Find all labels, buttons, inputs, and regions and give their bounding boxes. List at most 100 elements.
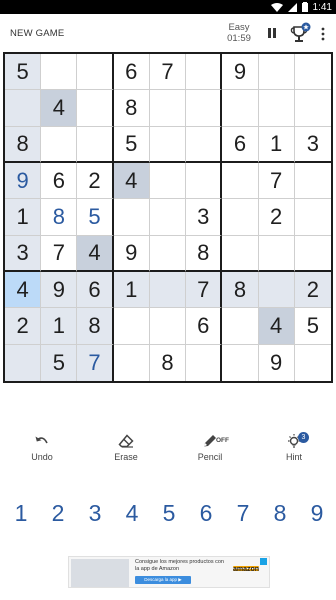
grid-cell[interactable]: 2 (5, 308, 42, 345)
grid-cell[interactable]: 3 (5, 235, 42, 272)
grid-cell[interactable]: 8 (41, 199, 78, 236)
grid-cell[interactable] (113, 199, 150, 236)
grid-cell[interactable]: 1 (258, 126, 295, 163)
grid-cell[interactable] (5, 90, 42, 127)
grid-cell[interactable] (149, 90, 187, 127)
grid-cell[interactable] (222, 199, 259, 236)
grid-cell[interactable]: 5 (294, 308, 331, 345)
grid-cell[interactable]: 9 (41, 271, 78, 309)
grid-cell[interactable]: 9 (113, 235, 150, 272)
grid-cell[interactable]: 8 (5, 126, 42, 163)
grid-cell[interactable]: 3 (186, 199, 223, 236)
grid-cell[interactable] (149, 271, 187, 309)
grid-cell[interactable]: 8 (186, 235, 223, 272)
undo-button[interactable]: Undo (12, 432, 72, 462)
grid-cell[interactable] (222, 344, 259, 381)
hint-button[interactable]: 3 Hint (264, 432, 324, 462)
grid-cell[interactable]: 5 (41, 344, 78, 381)
grid-cell[interactable] (258, 235, 295, 272)
grid-cell[interactable] (258, 54, 295, 91)
grid-cell[interactable]: 1 (41, 308, 78, 345)
grid-cell[interactable] (258, 90, 295, 127)
grid-cell[interactable]: 6 (41, 162, 78, 200)
grid-cell[interactable]: 5 (113, 126, 150, 163)
grid-cell[interactable]: 8 (77, 308, 114, 345)
numpad-key[interactable]: 9 (302, 500, 332, 527)
pause-icon[interactable] (266, 27, 278, 39)
grid-cell[interactable]: 5 (5, 54, 42, 91)
grid-cell[interactable] (294, 162, 331, 200)
grid-cell[interactable] (186, 54, 223, 91)
erase-button[interactable]: Erase (96, 432, 156, 462)
trophy-icon[interactable] (290, 22, 312, 44)
grid-cell[interactable] (77, 90, 114, 127)
grid-cell[interactable] (113, 344, 150, 381)
grid-cell[interactable]: 7 (149, 54, 187, 91)
grid-cell[interactable]: 1 (5, 199, 42, 236)
grid-cell[interactable] (41, 126, 78, 163)
grid-cell[interactable]: 8 (149, 344, 187, 381)
grid-cell[interactable] (294, 199, 331, 236)
numpad-key[interactable]: 6 (191, 500, 221, 527)
grid-cell[interactable]: 9 (258, 344, 295, 381)
grid-cell[interactable] (149, 235, 187, 272)
grid-cell[interactable] (186, 162, 223, 200)
grid-cell[interactable]: 6 (186, 308, 223, 345)
grid-cell[interactable]: 7 (41, 235, 78, 272)
numpad-key[interactable]: 4 (117, 500, 147, 527)
grid-cell[interactable] (186, 344, 223, 381)
grid-cell[interactable]: 2 (77, 162, 114, 200)
numpad-key[interactable]: 3 (80, 500, 110, 527)
grid-cell[interactable]: 4 (5, 271, 42, 309)
grid-cell[interactable] (294, 54, 331, 91)
grid-cell[interactable]: 6 (222, 126, 259, 163)
grid-cell[interactable]: 7 (77, 344, 114, 381)
grid-cell[interactable] (149, 126, 187, 163)
ad-choices-icon[interactable] (260, 558, 267, 565)
grid-cell[interactable] (149, 308, 187, 345)
grid-cell[interactable]: 4 (258, 308, 295, 345)
new-game-button[interactable]: NEW GAME (10, 28, 64, 39)
grid-cell[interactable]: 4 (77, 235, 114, 272)
grid-cell[interactable] (5, 344, 42, 381)
ad-download-button[interactable]: Descarga la app ▶ (135, 576, 191, 584)
grid-cell[interactable] (186, 126, 223, 163)
grid-cell[interactable] (222, 308, 259, 345)
grid-cell[interactable]: 2 (294, 271, 331, 309)
grid-cell[interactable] (149, 162, 187, 200)
grid-cell[interactable] (41, 54, 78, 91)
grid-cell[interactable]: 7 (186, 271, 223, 309)
grid-cell[interactable]: 1 (113, 271, 150, 309)
grid-cell[interactable]: 4 (41, 90, 78, 127)
grid-cell[interactable] (77, 126, 114, 163)
more-options-icon[interactable] (320, 27, 326, 41)
grid-cell[interactable] (149, 199, 187, 236)
grid-cell[interactable] (294, 90, 331, 127)
grid-cell[interactable]: 2 (258, 199, 295, 236)
numpad-key[interactable]: 5 (154, 500, 184, 527)
grid-cell[interactable] (258, 271, 295, 309)
grid-cell[interactable]: 6 (113, 54, 150, 91)
grid-cell[interactable]: 9 (222, 54, 259, 91)
grid-cell[interactable]: 6 (77, 271, 114, 309)
grid-cell[interactable] (222, 90, 259, 127)
numpad-key[interactable]: 2 (43, 500, 73, 527)
grid-cell[interactable] (294, 344, 331, 381)
grid-cell[interactable] (222, 235, 259, 272)
ad-banner[interactable]: Consigue los mejores productos con la ap… (68, 556, 270, 588)
grid-cell[interactable] (222, 162, 259, 200)
grid-cell[interactable] (186, 90, 223, 127)
grid-cell[interactable]: 8 (113, 90, 150, 127)
numpad-key[interactable]: 8 (265, 500, 295, 527)
grid-cell[interactable]: 7 (258, 162, 295, 200)
grid-cell[interactable]: 5 (77, 199, 114, 236)
numpad-key[interactable]: 7 (228, 500, 258, 527)
numpad-key[interactable]: 1 (6, 500, 36, 527)
grid-cell[interactable]: 8 (222, 271, 259, 309)
grid-cell[interactable]: 4 (113, 162, 150, 200)
grid-cell[interactable] (113, 308, 150, 345)
grid-cell[interactable] (294, 235, 331, 272)
grid-cell[interactable]: 3 (294, 126, 331, 163)
grid-cell[interactable]: 9 (5, 162, 42, 200)
grid-cell[interactable] (77, 54, 114, 91)
